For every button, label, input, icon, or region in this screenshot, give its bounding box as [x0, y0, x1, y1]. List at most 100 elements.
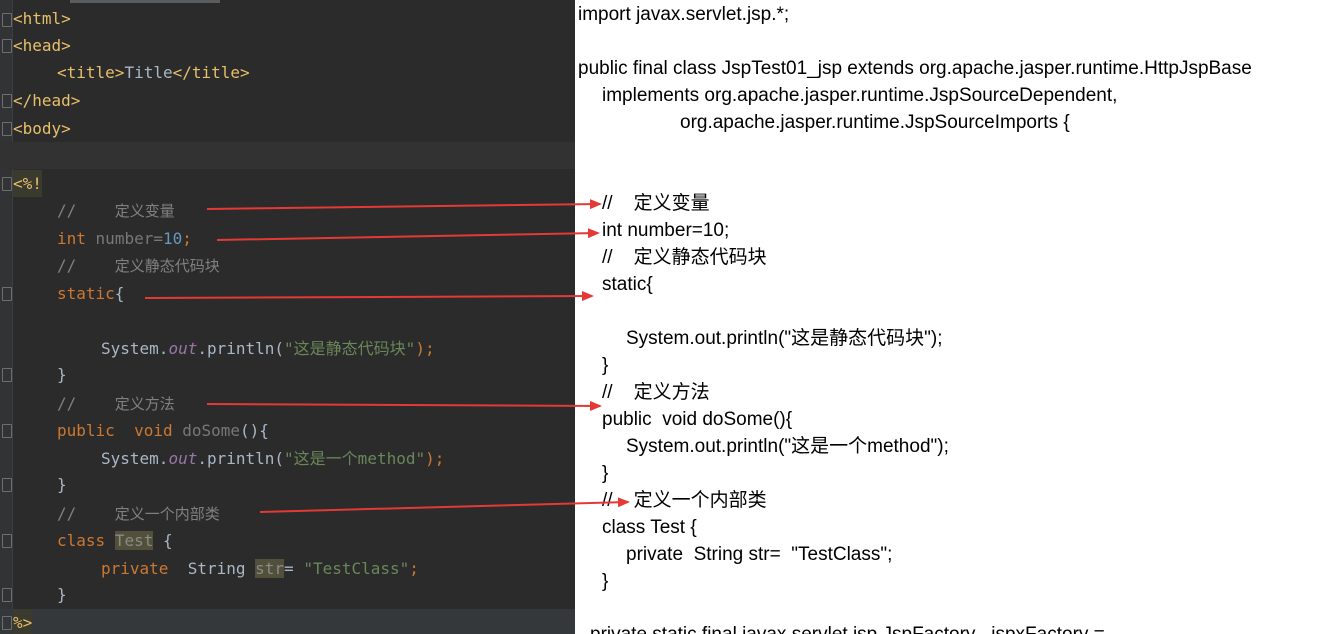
brace-open: { — [162, 531, 173, 550]
keyword-private: private — [101, 559, 169, 578]
string-testclass: "TestClass" — [303, 559, 410, 578]
brace-close: } — [57, 585, 67, 604]
code-editor[interactable]: <html> <head> <title>Title</title> </hea… — [0, 0, 575, 634]
source-line-static: static{ — [602, 274, 653, 295]
comment-define-variable: 定义变量 — [114, 202, 175, 220]
fold-marker-icon[interactable] — [2, 424, 12, 438]
jsp-declaration-open: <%! — [13, 170, 42, 197]
code-line[interactable]: <%! — [0, 170, 575, 197]
comment-slashes: // — [57, 201, 77, 220]
code-line[interactable]: } — [0, 581, 575, 608]
code-line[interactable]: // 定义静态代码块 — [0, 252, 575, 279]
system-class: System. — [101, 339, 169, 358]
jsp-declaration-close: %> — [13, 609, 33, 634]
fold-marker-icon[interactable] — [2, 616, 12, 630]
fold-marker-icon[interactable] — [2, 534, 12, 548]
fold-marker-icon[interactable] — [2, 368, 12, 382]
out-field: out — [168, 449, 198, 468]
source-line-println-method: System.out.println("这是一个method"); — [626, 436, 949, 457]
code-line[interactable]: %> — [0, 609, 575, 634]
html-open-tag: <html> — [13, 9, 71, 28]
keyword-void: void — [134, 421, 173, 440]
source-line-brace-close: } — [602, 571, 609, 592]
semicolon: ; — [182, 229, 192, 248]
source-line-private-field: private String str= "TestClass"; — [626, 544, 893, 565]
code-line[interactable]: System.out.println("这是一个method"); — [0, 445, 575, 472]
parens-brace: (){ — [240, 421, 269, 440]
source-line-import: import javax.servlet.jsp.*; — [578, 4, 790, 25]
code-line[interactable]: public void doSome(){ — [0, 417, 575, 444]
code-line[interactable]: } — [0, 361, 575, 388]
generated-source-view: import javax.servlet.jsp.*; public final… — [575, 0, 1343, 634]
number-literal: 10 — [162, 229, 183, 248]
string-method: "这是一个method" — [284, 449, 426, 468]
brace-open: { — [114, 284, 125, 303]
code-line[interactable]: // 定义一个内部类 — [0, 500, 575, 527]
code-line[interactable]: class Test { — [0, 527, 575, 554]
comment-slashes: // — [57, 256, 77, 275]
title-close-tag: </title> — [172, 63, 250, 82]
code-line[interactable]: int number=10; — [0, 225, 575, 252]
source-line-brace-close: } — [602, 355, 609, 376]
brace-close: } — [57, 365, 67, 384]
code-line[interactable]: // 定义变量 — [0, 197, 575, 224]
keyword-class: class — [57, 531, 106, 550]
code-line[interactable]: private String str= "TestClass"; — [0, 555, 575, 582]
fold-marker-icon[interactable] — [2, 287, 12, 301]
field-name-str: str — [255, 559, 285, 578]
source-line-comment-method: // 定义方法 — [602, 382, 710, 403]
body-open-tag: <body> — [13, 119, 71, 138]
code-line[interactable]: <title>Title</title> — [0, 59, 575, 86]
source-line-factory: private static final javax.servlet.jsp.J… — [590, 622, 1105, 634]
source-line-comment-inner: // 定义一个内部类 — [602, 490, 767, 511]
close-call: ); — [425, 449, 445, 468]
source-line-brace-close: } — [602, 463, 609, 484]
close-call: ); — [415, 339, 435, 358]
fold-marker-icon[interactable] — [2, 122, 12, 136]
horizontal-scrollbar-thumb[interactable] — [70, 0, 220, 3]
fold-marker-icon[interactable] — [2, 13, 12, 27]
fold-marker-icon[interactable] — [2, 478, 12, 492]
source-line-println-static: System.out.println("这是静态代码块"); — [626, 328, 943, 349]
head-open-tag: <head> — [13, 36, 71, 55]
code-line[interactable]: } — [0, 471, 575, 498]
semicolon: ; — [409, 559, 419, 578]
comment-slashes: // — [57, 394, 77, 413]
code-line[interactable]: static{ — [0, 280, 575, 307]
source-line-class-test: class Test { — [602, 517, 697, 538]
comment-define-inner-class: 定义一个内部类 — [114, 505, 220, 523]
fold-marker-icon[interactable] — [2, 39, 12, 53]
variable-number: number= — [95, 229, 163, 248]
source-line-implements: implements org.apache.jasper.runtime.Jsp… — [602, 85, 1118, 106]
code-line[interactable]: </head> — [0, 87, 575, 114]
code-line[interactable]: <head> — [0, 32, 575, 59]
comment-define-static-block: 定义静态代码块 — [114, 257, 220, 275]
title-open-tag: <title> — [57, 63, 125, 82]
system-class: System. — [101, 449, 169, 468]
code-line[interactable]: <html> — [0, 5, 575, 32]
current-line-highlight[interactable] — [0, 142, 575, 169]
code-line[interactable]: <body> — [0, 115, 575, 142]
title-text: Title — [124, 63, 173, 82]
class-name-test: Test — [114, 531, 154, 550]
head-close-tag: </head> — [13, 91, 81, 110]
brace-close: } — [57, 475, 67, 494]
keyword-public: public — [57, 421, 115, 440]
comment-slashes: // — [57, 504, 77, 523]
code-line[interactable]: System.out.println("这是静态代码块"); — [0, 335, 575, 362]
keyword-int: int — [57, 229, 86, 248]
source-line-comment-static: // 定义静态代码块 — [602, 247, 767, 268]
out-field: out — [168, 339, 198, 358]
fold-marker-icon[interactable] — [2, 588, 12, 602]
method-name: doSome — [182, 421, 241, 440]
keyword-static: static — [57, 284, 115, 303]
type-string: String — [187, 559, 246, 578]
source-line-class-decl: public final class JspTest01_jsp extends… — [578, 58, 1252, 79]
source-line-int-number: int number=10; — [602, 220, 730, 241]
comment-define-method: 定义方法 — [114, 395, 175, 413]
source-line-comment-var: // 定义变量 — [602, 193, 710, 214]
fold-marker-icon[interactable] — [2, 94, 12, 108]
assign-operator: = — [284, 559, 294, 578]
fold-marker-icon[interactable] — [2, 177, 12, 191]
code-line[interactable]: // 定义方法 — [0, 390, 575, 417]
